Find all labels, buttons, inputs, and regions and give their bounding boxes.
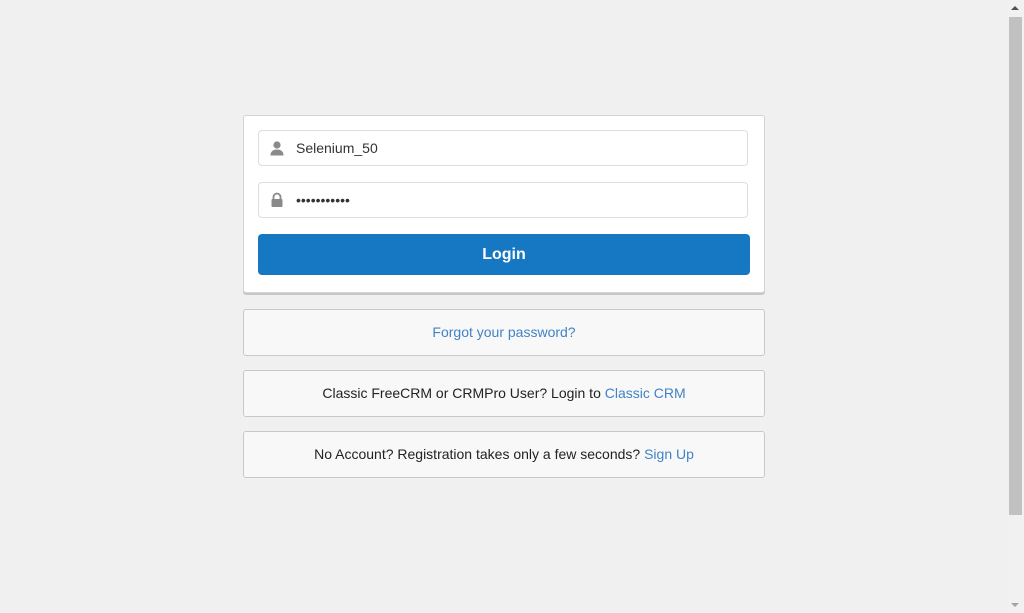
login-button[interactable]: Login <box>258 234 750 275</box>
user-icon <box>270 141 284 156</box>
forgot-password-link[interactable]: Forgot your password? <box>432 324 575 340</box>
forgot-password-box: Forgot your password? <box>243 309 765 356</box>
scroll-down-arrow-icon[interactable] <box>1011 603 1019 607</box>
login-form: Selenium_50 ••••••••••• Login <box>243 115 765 293</box>
signup-box: No Account? Registration takes only a fe… <box>243 431 765 478</box>
username-value: Selenium_50 <box>296 140 378 156</box>
classic-crm-text: Classic FreeCRM or CRMPro User? Login to <box>322 385 605 401</box>
signup-link[interactable]: Sign Up <box>644 446 694 462</box>
password-value: ••••••••••• <box>296 192 350 208</box>
scroll-up-arrow-icon[interactable] <box>1011 6 1019 10</box>
password-field[interactable]: ••••••••••• <box>258 182 748 218</box>
lock-icon <box>271 192 283 207</box>
username-field[interactable]: Selenium_50 <box>258 130 748 166</box>
vertical-scrollbar[interactable] <box>1007 0 1024 613</box>
classic-crm-box: Classic FreeCRM or CRMPro User? Login to… <box>243 370 765 417</box>
login-page: Selenium_50 ••••••••••• Login Forgot you… <box>0 0 1024 613</box>
classic-crm-link[interactable]: Classic CRM <box>605 385 686 401</box>
signup-text: No Account? Registration takes only a fe… <box>314 446 645 462</box>
scroll-thumb[interactable] <box>1009 17 1022 515</box>
